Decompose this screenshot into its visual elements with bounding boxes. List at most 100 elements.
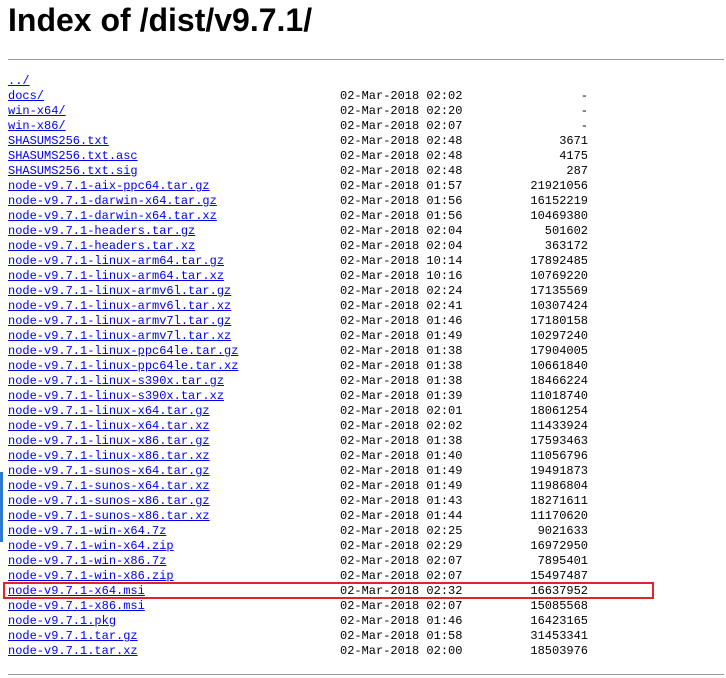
file-size: 16152219 — [530, 194, 588, 208]
file-row: win-x86/02-Mar-2018 02:07 - — [8, 119, 588, 134]
file-row: node-v9.7.1-sunos-x86.tar.xz 02-Mar-2018 … — [8, 509, 588, 524]
file-row: node-v9.7.1-headers.tar.gz 02-Mar-2018 02… — [8, 224, 588, 239]
file-link[interactable]: node-v9.7.1-win-x86.7z — [8, 554, 166, 569]
file-link[interactable]: node-v9.7.1-linux-armv7l.tar.xz — [8, 329, 231, 344]
file-size: 17904005 — [530, 344, 588, 358]
file-row: node-v9.7.1-sunos-x86.tar.gz 02-Mar-2018 … — [8, 494, 588, 509]
file-size: - — [580, 119, 588, 133]
file-link[interactable]: node-v9.7.1-win-x86.zip — [8, 569, 174, 584]
file-date: 02-Mar-2018 01:56 — [340, 194, 463, 208]
file-date: 02-Mar-2018 02:07 — [340, 554, 463, 568]
file-date: 02-Mar-2018 01:57 — [340, 179, 463, 193]
file-link[interactable]: node-v9.7.1-sunos-x64.tar.xz — [8, 479, 210, 494]
file-row: node-v9.7.1.tar.gz 02-Mar-2018 01:58 31453… — [8, 629, 588, 644]
file-row: node-v9.7.1-linux-x64.tar.gz 02-Mar-2018 … — [8, 404, 588, 419]
file-date: 02-Mar-2018 01:43 — [340, 494, 463, 508]
file-link[interactable]: SHASUMS256.txt.asc — [8, 149, 138, 164]
file-link[interactable]: SHASUMS256.txt.sig — [8, 164, 138, 179]
file-date: 02-Mar-2018 01:44 — [340, 509, 463, 523]
file-date: 02-Mar-2018 01:38 — [340, 359, 463, 373]
file-row: SHASUMS256.txt.asc 02-Mar-2018 02:48 4175 — [8, 149, 588, 164]
file-row: SHASUMS256.txt 02-Mar-2018 02:48 3671 — [8, 134, 588, 149]
file-size: 18061254 — [530, 404, 588, 418]
file-link[interactable]: node-v9.7.1-linux-armv7l.tar.gz — [8, 314, 231, 329]
file-size: 16972950 — [530, 539, 588, 553]
parent-directory-link[interactable]: ../ — [8, 74, 30, 89]
file-link[interactable]: win-x64/ — [8, 104, 66, 119]
file-link[interactable]: docs/ — [8, 89, 44, 104]
file-link[interactable]: node-v9.7.1-headers.tar.gz — [8, 224, 195, 239]
file-link[interactable]: node-v9.7.1-linux-x86.tar.gz — [8, 434, 210, 449]
file-row: node-v9.7.1-linux-ppc64le.tar.gz 02-Mar-2… — [8, 344, 588, 359]
file-size: 18271611 — [530, 494, 588, 508]
file-link[interactable]: node-v9.7.1-linux-arm64.tar.xz — [8, 269, 224, 284]
file-link[interactable]: node-v9.7.1-linux-ppc64le.tar.gz — [8, 344, 238, 359]
file-listing: ../docs/02-Mar-2018 02:02 - win-x64/02-Mar… — [8, 74, 588, 659]
file-date: 02-Mar-2018 01:49 — [340, 464, 463, 478]
file-date: 02-Mar-2018 02:02 — [340, 89, 463, 103]
file-size: 11056796 — [530, 449, 588, 463]
file-link[interactable]: node-v9.7.1-sunos-x86.tar.gz — [8, 494, 210, 509]
file-row: node-v9.7.1-linux-arm64.tar.xz 02-Mar-201… — [8, 269, 588, 284]
file-row: node-v9.7.1-win-x86.7z 02-Mar-2018 02:07 7… — [8, 554, 588, 569]
top-divider — [8, 59, 724, 60]
file-link[interactable]: node-v9.7.1-linux-x64.tar.xz — [8, 419, 210, 434]
file-link[interactable]: node-v9.7.1-linux-ppc64le.tar.xz — [8, 359, 238, 374]
file-size: 10297240 — [530, 329, 588, 343]
file-link[interactable]: node-v9.7.1.tar.gz — [8, 629, 138, 644]
file-link[interactable]: node-v9.7.1-linux-s390x.tar.xz — [8, 389, 224, 404]
file-date: 02-Mar-2018 02:04 — [340, 239, 463, 253]
file-link[interactable]: node-v9.7.1-sunos-x86.tar.xz — [8, 509, 210, 524]
file-link[interactable]: node-v9.7.1-linux-arm64.tar.gz — [8, 254, 224, 269]
file-link[interactable]: node-v9.7.1-sunos-x64.tar.gz — [8, 464, 210, 479]
file-size: 21921056 — [530, 179, 588, 193]
file-size: 10769220 — [530, 269, 588, 283]
file-date: 02-Mar-2018 01:58 — [340, 629, 463, 643]
file-row: node-v9.7.1.tar.xz 02-Mar-2018 02:00 18503… — [8, 644, 588, 659]
file-row: node-v9.7.1-aix-ppc64.tar.gz 02-Mar-2018 … — [8, 179, 588, 194]
file-link[interactable]: node-v9.7.1-headers.tar.xz — [8, 239, 195, 254]
file-link[interactable]: node-v9.7.1.tar.xz — [8, 644, 138, 659]
file-size: 363172 — [544, 239, 588, 253]
file-link[interactable]: node-v9.7.1-win-x64.7z — [8, 524, 166, 539]
file-date: 02-Mar-2018 02:07 — [340, 119, 463, 133]
file-size: 3671 — [559, 134, 588, 148]
file-date: 02-Mar-2018 02:20 — [340, 104, 463, 118]
file-link[interactable]: node-v9.7.1-x64.msi — [8, 584, 145, 599]
file-link[interactable]: win-x86/ — [8, 119, 66, 134]
file-row: node-v9.7.1-linux-x86.tar.xz 02-Mar-2018 … — [8, 449, 588, 464]
file-date: 02-Mar-2018 02:29 — [340, 539, 463, 553]
file-link[interactable]: node-v9.7.1.pkg — [8, 614, 116, 629]
file-row: node-v9.7.1-sunos-x64.tar.gz 02-Mar-2018 … — [8, 464, 588, 479]
file-size: 15497487 — [530, 569, 588, 583]
file-size: 18466224 — [530, 374, 588, 388]
file-row: ../ — [8, 74, 588, 89]
file-row: node-v9.7.1-linux-armv6l.tar.xz 02-Mar-20… — [8, 299, 588, 314]
file-link[interactable]: node-v9.7.1-aix-ppc64.tar.gz — [8, 179, 210, 194]
file-date: 02-Mar-2018 10:14 — [340, 254, 463, 268]
file-size: 15085568 — [530, 599, 588, 613]
file-date: 02-Mar-2018 02:32 — [340, 584, 463, 598]
file-link[interactable]: node-v9.7.1-linux-x86.tar.xz — [8, 449, 210, 464]
file-link[interactable]: node-v9.7.1-linux-x64.tar.gz — [8, 404, 210, 419]
file-row: node-v9.7.1.pkg 02-Mar-2018 01:46 16423165 — [8, 614, 588, 629]
file-row: node-v9.7.1-sunos-x64.tar.xz 02-Mar-2018 … — [8, 479, 588, 494]
file-size: 17892485 — [530, 254, 588, 268]
file-link[interactable]: node-v9.7.1-linux-armv6l.tar.xz — [8, 299, 231, 314]
file-link[interactable]: node-v9.7.1-linux-armv6l.tar.gz — [8, 284, 231, 299]
file-link[interactable]: node-v9.7.1-darwin-x64.tar.xz — [8, 209, 217, 224]
left-edge-accent — [0, 472, 3, 542]
file-row: node-v9.7.1-win-x86.zip 02-Mar-2018 02:07… — [8, 569, 588, 584]
file-link[interactable]: node-v9.7.1-darwin-x64.tar.gz — [8, 194, 217, 209]
file-row: node-v9.7.1-x64.msi 02-Mar-2018 02:32 1663… — [8, 584, 588, 599]
file-date: 02-Mar-2018 02:00 — [340, 644, 463, 658]
file-link[interactable]: node-v9.7.1-x86.msi — [8, 599, 145, 614]
file-row: node-v9.7.1-linux-ppc64le.tar.xz 02-Mar-2… — [8, 359, 588, 374]
file-link[interactable]: node-v9.7.1-linux-s390x.tar.gz — [8, 374, 224, 389]
file-date: 02-Mar-2018 01:40 — [340, 449, 463, 463]
file-size: 18503976 — [530, 644, 588, 658]
file-link[interactable]: node-v9.7.1-win-x64.zip — [8, 539, 174, 554]
file-row: node-v9.7.1-darwin-x64.tar.gz 02-Mar-2018… — [8, 194, 588, 209]
file-size: 501602 — [544, 224, 588, 238]
file-link[interactable]: SHASUMS256.txt — [8, 134, 109, 149]
